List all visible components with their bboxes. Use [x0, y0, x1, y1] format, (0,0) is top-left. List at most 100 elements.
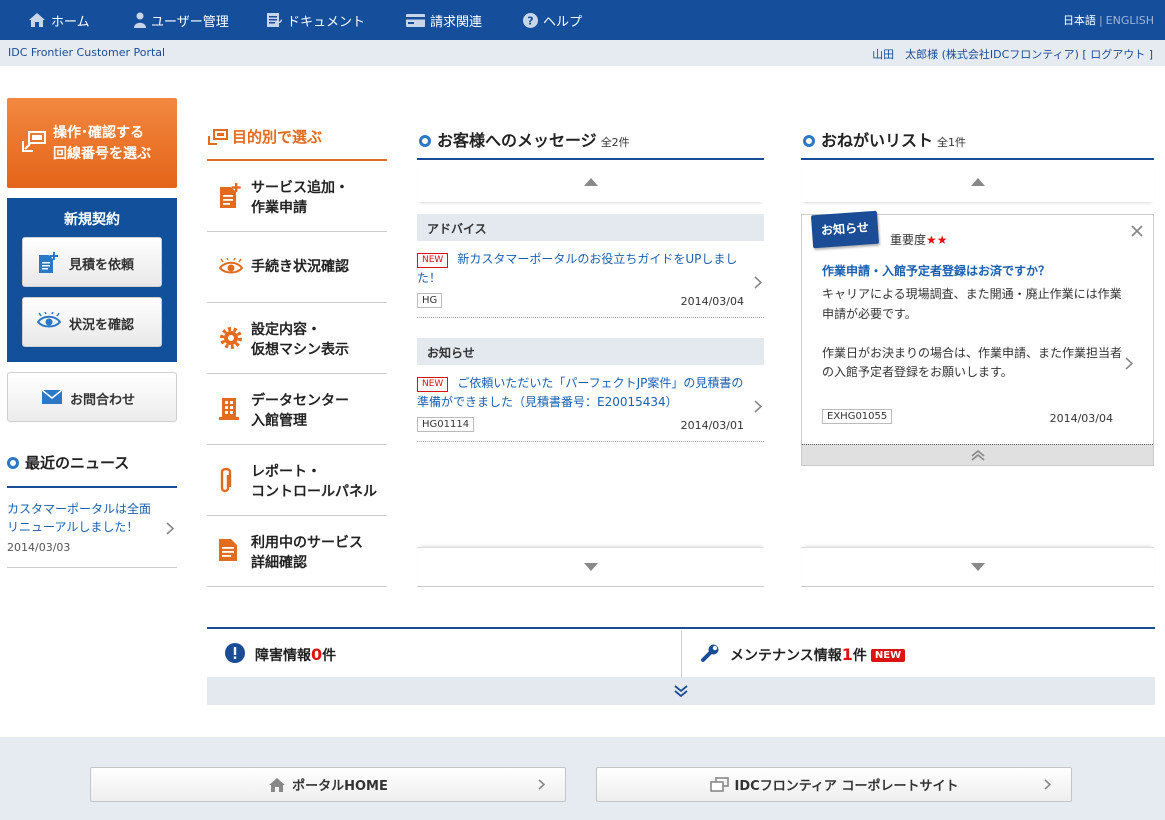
priority-label: 重要度: [890, 233, 927, 247]
status-expand-button[interactable]: [207, 677, 1155, 705]
triangle-up-icon: [583, 178, 598, 186]
bullet-icon: [419, 135, 431, 147]
paperclip-icon: [220, 467, 232, 493]
request-estimate-button[interactable]: 見積を依頼: [22, 237, 162, 287]
add-document-icon: [220, 183, 241, 208]
nav-home[interactable]: ホーム: [28, 0, 90, 40]
corporate-site-button[interactable]: IDCフロンティア コーポレートサイト: [596, 767, 1072, 802]
purpose-item-service-details[interactable]: 利用中のサービス 詳細確認: [207, 516, 387, 587]
nav-help-label: ヘルプ: [543, 14, 583, 30]
messages-scroll-up[interactable]: [417, 162, 764, 202]
purpose-item-label-2: 作業申請: [251, 200, 307, 216]
request-code: EXHG01055: [822, 409, 893, 424]
chevron-right-icon: [754, 276, 762, 289]
nav-documents[interactable]: ドキュメント: [267, 0, 365, 40]
request-estimate-label: 見積を依頼: [69, 258, 135, 273]
user-info: 山田 太郎様 (株式会社IDCフロンティア) [ ログアウト ]: [872, 48, 1153, 61]
requests-scroll-down[interactable]: [801, 547, 1154, 587]
check-status-button[interactable]: 状況を確認: [22, 297, 162, 347]
purpose-item-label-2: 詳細確認: [251, 555, 307, 571]
message-category-label: アドバイス: [427, 222, 487, 236]
message-text: ご依頼いただいた「パーフェクトJP案件」の見積書の準備ができました（見積書番号：…: [417, 376, 744, 409]
news-item[interactable]: カスタマーポータルは全面リニューアルしました！ 2014/03/03: [7, 496, 177, 568]
maintenance-info[interactable]: メンテナンス情報1件 NEW: [682, 629, 1155, 677]
contact-label: お問合わせ: [70, 393, 136, 408]
recent-news-header: 最近のニュース: [7, 452, 177, 488]
nav-billing[interactable]: 請求関連: [406, 0, 482, 40]
news-title: カスタマーポータルは全面リニューアルしました！: [7, 502, 152, 534]
new-contract-title: 新規契約: [64, 212, 120, 228]
priority: 重要度★★: [890, 231, 948, 248]
incident-unit: 件: [322, 648, 337, 664]
select-line-label-2: 回線番号を選ぶ: [53, 146, 151, 162]
corporate-site-label: IDCフロンティア コーポレートサイト: [734, 779, 959, 794]
message-item[interactable]: NEW ご依頼いただいた「パーフェクトJP案件」の見積書の準備ができました（見積書…: [417, 366, 764, 442]
incident-info[interactable]: 障害情報0件: [207, 629, 681, 677]
purpose-item-label-2: コントロールパネル: [251, 484, 377, 500]
incident-label: 障害情報: [255, 648, 311, 664]
request-card[interactable]: お知らせ 重要度★★ 作業申請・入館予定者登録はお済ですか？ キャリアによる現場…: [801, 210, 1154, 466]
svg-text:?: ?: [527, 14, 533, 27]
purpose-item-label-1: 利用中のサービス: [251, 535, 363, 551]
top-nav: ホーム ユーザー管理 ドキュメント 請求関連 ? ヘルプ 日本語 | ENGLISH: [0, 0, 1165, 40]
purpose-item-report-control-panel[interactable]: レポート・ コントロールパネル: [207, 445, 387, 516]
message-date: 2014/03/04: [680, 295, 744, 308]
new-badge: NEW: [417, 377, 449, 392]
select-line-number-button[interactable]: 操作･確認する 回線番号を選ぶ: [7, 98, 177, 188]
select-window-icon: [22, 131, 46, 152]
message-item[interactable]: NEW 新カスタマーポータルのお役立ちガイドをUPしました！ HG 2014/03…: [417, 242, 764, 318]
portal-home-button[interactable]: ポータルHOME: [90, 767, 566, 802]
messages-scroll-down[interactable]: [417, 547, 764, 587]
lang-japanese[interactable]: 日本語: [1063, 14, 1096, 27]
purpose-item-label-1: レポート・: [251, 464, 321, 480]
notice-tag: お知らせ: [810, 210, 880, 249]
triangle-down-icon: [583, 563, 598, 571]
request-list-title: おねがいリスト: [821, 131, 934, 150]
request-body-text-1: キャリアによる現場調査、また開通・廃止作業には作業申請が必要です。: [822, 287, 1122, 321]
select-line-label-1: 操作･確認する: [53, 125, 144, 141]
triangle-up-icon: [970, 178, 985, 186]
purpose-item-label-2: 入館管理: [251, 413, 307, 429]
request-list-count: 全1件: [937, 136, 967, 149]
purpose-item-label-2: 仮想マシン表示: [251, 342, 349, 358]
purpose-item-settings-vm[interactable]: 設定内容・ 仮想マシン表示: [207, 303, 387, 374]
message-category: お知らせ: [417, 338, 764, 365]
logout-link[interactable]: ログアウト: [1087, 48, 1149, 61]
portal-home-label: ポータルHOME: [292, 779, 388, 794]
purpose-item-label-1: 設定内容・: [251, 322, 321, 338]
building-icon: [219, 398, 239, 420]
select-window-icon: [208, 129, 228, 145]
lang-english[interactable]: ENGLISH: [1106, 14, 1154, 27]
messages-header: お客様へのメッセージ 全2件: [417, 118, 764, 160]
chevron-right-icon: [166, 522, 174, 535]
close-icon[interactable]: [1131, 225, 1143, 237]
purpose-item-service-add[interactable]: サービス追加・ 作業申請: [207, 161, 387, 232]
recent-news-title: 最近のニュース: [25, 454, 130, 472]
request-list-header: おねがいリスト 全1件: [801, 118, 1154, 160]
home-icon: [269, 777, 286, 792]
star-icon: ★★: [926, 233, 948, 247]
footer: ポータルHOME IDCフロンティア コーポレートサイト: [0, 737, 1165, 820]
nav-users[interactable]: ユーザー管理: [134, 0, 229, 40]
requests-scroll-up[interactable]: [801, 162, 1154, 202]
status-bar: 障害情報0件 メンテナンス情報1件 NEW: [207, 627, 1155, 705]
request-body: キャリアによる現場調査、また開通・廃止作業には作業申請が必要です。 作業日がお決…: [822, 285, 1122, 383]
alert-badge-icon: [225, 643, 245, 663]
wrench-icon: [701, 644, 719, 662]
contact-button[interactable]: お問合わせ: [7, 372, 177, 422]
document-icon: [267, 13, 282, 27]
nav-home-label: ホーム: [51, 14, 90, 30]
purpose-item-label-1: 手続き状況確認: [251, 259, 349, 275]
purpose-item-datacenter-entry[interactable]: データセンター 入館管理: [207, 374, 387, 445]
purpose-item-label-1: データセンター: [251, 393, 349, 409]
request-body-text-2: 作業日がお決まりの場合は、作業申請、また作業担当者の入館予定者登録をお願いします…: [822, 345, 1123, 380]
collapse-card-button[interactable]: [802, 444, 1153, 465]
nav-help[interactable]: ? ヘルプ: [523, 0, 582, 40]
messages-title: お客様へのメッセージ: [437, 131, 597, 150]
billing-icon: [406, 13, 425, 27]
chevron-right-icon: [1044, 779, 1051, 790]
purpose-item-procedure-status[interactable]: 手続き状況確認: [207, 232, 387, 303]
language-switcher: 日本語 | ENGLISH: [1062, 14, 1154, 27]
message-code: HG01114: [417, 417, 475, 432]
chevron-right-icon: [754, 400, 762, 413]
